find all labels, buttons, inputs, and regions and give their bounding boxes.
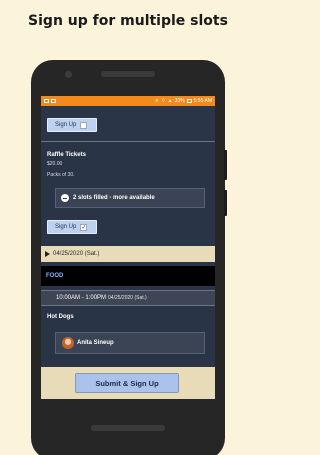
- earpiece: [101, 71, 155, 77]
- time-slot-date: 04/25/2020 (Sat.): [108, 295, 147, 301]
- clock: 5:55 AM: [193, 98, 212, 104]
- checkbox-checked-icon[interactable]: ✓: [80, 223, 88, 231]
- item-description: Packs of 30.: [47, 172, 75, 178]
- volume-button: [224, 190, 227, 216]
- person-name: Anita Sineup: [77, 340, 114, 346]
- power-button: [224, 150, 227, 180]
- headline: Sign up for multiple slots: [28, 13, 228, 29]
- app-screen: ✕ ⌔ ▲ 33% 5:55 AM Sign Up Raffle Tickets…: [41, 96, 215, 399]
- date-bar[interactable]: 04/25/2020 (Sat.): [41, 246, 215, 262]
- notification-icon: [44, 99, 49, 103]
- item-sign-up-label: Sign Up: [55, 224, 77, 230]
- item-price: $20.00: [47, 161, 63, 167]
- phone-frame: ✕ ⌔ ▲ 33% 5:55 AM Sign Up Raffle Tickets…: [31, 60, 225, 455]
- footer: Submit & Sign Up: [41, 367, 215, 399]
- wifi-icon: ⌔: [160, 98, 166, 104]
- sign-up-label: Sign Up: [55, 122, 77, 128]
- item-title: Raffle Tickets: [47, 152, 86, 158]
- item-sign-up-button[interactable]: Sign Up ✓: [47, 220, 97, 234]
- category-bar: FOOD: [41, 266, 215, 286]
- checkbox-icon[interactable]: [80, 121, 88, 129]
- time-slot-bar: 10:00AM - 1:00PM 04/25/2020 (Sat.): [41, 290, 215, 306]
- category-label: FOOD: [46, 273, 64, 279]
- top-slot-section: Sign Up: [41, 106, 215, 140]
- submit-sign-up-button[interactable]: Submit & Sign Up: [75, 373, 179, 393]
- signed-up-person: Anita Sineup: [55, 332, 205, 354]
- signal-icon: ▲: [167, 98, 173, 104]
- food-item-title: Hot Dogs: [47, 314, 74, 320]
- camera-icon: [65, 71, 72, 78]
- date-bar-text: 04/25/2020 (Sat.): [53, 251, 100, 257]
- mute-icon: ✕: [154, 98, 159, 104]
- battery-level: 33%: [174, 98, 185, 104]
- time-slot-time: 10:00AM - 1:00PM: [56, 295, 107, 301]
- bottom-speaker: [91, 425, 165, 431]
- image-icon: [51, 99, 56, 103]
- battery-icon: [186, 99, 192, 103]
- divider: [41, 141, 215, 142]
- slots-status-box: 2 slots filled - more available: [55, 188, 205, 208]
- slots-status-text: 2 slots filled - more available: [73, 195, 155, 201]
- status-bar: ✕ ⌔ ▲ 33% 5:55 AM: [41, 96, 215, 106]
- minus-circle-icon: [61, 194, 69, 202]
- sign-up-button[interactable]: Sign Up: [47, 118, 97, 132]
- avatar: [62, 337, 74, 349]
- expand-triangle-icon: [45, 251, 50, 257]
